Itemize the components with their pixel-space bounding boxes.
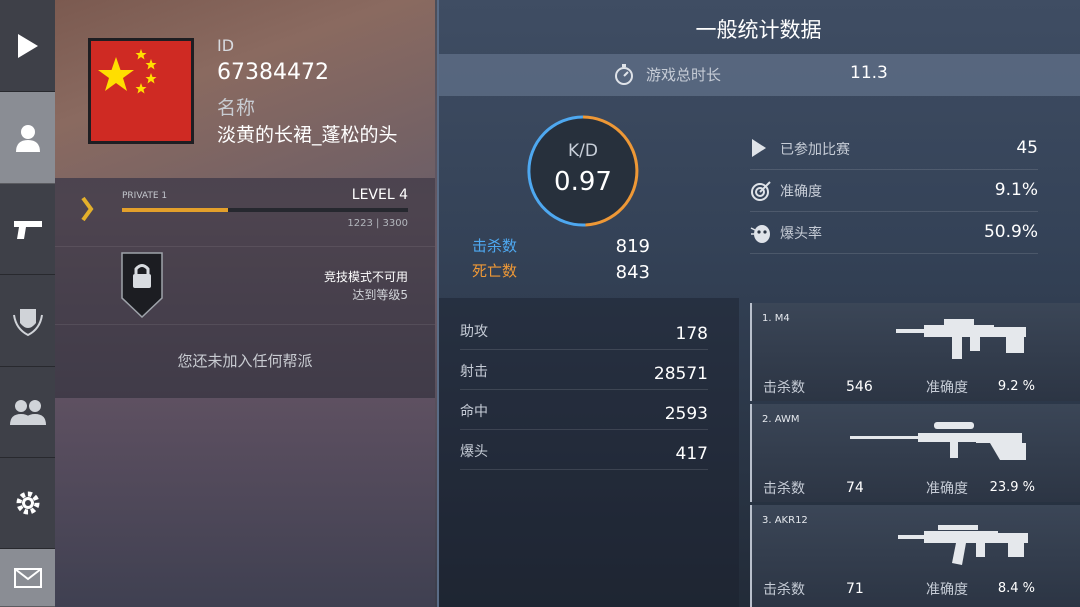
- playtime-value: 11.3: [850, 63, 888, 83]
- headshot-icon: [750, 225, 770, 243]
- weapon-kills-label: 击杀数: [763, 481, 805, 497]
- stat-value: 28571: [653, 364, 708, 384]
- stat-label: 已参加比赛: [780, 142, 850, 158]
- kd-value: 0.97: [554, 167, 612, 197]
- no-clan-text: 您还未加入任何帮派: [177, 352, 313, 370]
- rank-level: LEVEL 4: [351, 187, 408, 203]
- weapon-card-awm[interactable]: 2. AWM 击杀数 74 准确度 23.9 %: [750, 404, 1080, 502]
- nav-play-button[interactable]: [0, 0, 55, 92]
- competitive-unavailable-text: 竞技模式不可用: [323, 270, 408, 284]
- weapon-card-m4[interactable]: 1. M4 击杀数 546 准确度 9.2 %: [750, 303, 1080, 401]
- stopwatch-icon: [615, 64, 633, 85]
- weapon-kills-label: 击杀数: [763, 582, 805, 598]
- rank-chevron-icon: [81, 196, 94, 222]
- nav-clan-button[interactable]: [0, 275, 55, 367]
- stat-value: 2593: [664, 404, 708, 424]
- weapon-card-akr12[interactable]: 3. AKR12 击杀数 71 准确度 8.4 %: [750, 505, 1080, 607]
- shots-row: 射击 28571: [460, 350, 708, 390]
- weapon-kills-value: 71: [846, 581, 864, 597]
- playtime-bar: [439, 54, 1080, 96]
- player-id-value: 67384472: [217, 60, 329, 85]
- country-flag: [88, 38, 194, 144]
- side-nav: [0, 0, 55, 607]
- nav-settings-button[interactable]: [0, 458, 55, 549]
- xp-progress-text: 1223 | 3300: [347, 218, 408, 229]
- target-icon: [751, 181, 771, 201]
- nav-friends-button[interactable]: [0, 367, 55, 458]
- headshots-row: 爆头 417: [460, 430, 708, 470]
- play-icon: [752, 139, 766, 157]
- stat-label: 爆头: [460, 444, 488, 460]
- nav-weapons-button[interactable]: [0, 184, 55, 275]
- matches-played-row: 已参加比赛 45: [750, 128, 1038, 170]
- lock-badge-icon: [121, 252, 163, 318]
- nav-profile-button[interactable]: [0, 92, 55, 184]
- stat-label: 助攻: [460, 324, 488, 340]
- m4-rifle-icon: [896, 319, 1026, 359]
- mail-icon: [13, 567, 42, 588]
- weapon-name: 1. M4: [762, 313, 790, 324]
- rank-name: PRIVATE 1: [122, 191, 168, 201]
- assists-row: 助攻 178: [460, 310, 708, 350]
- stat-value: 9.1%: [994, 180, 1038, 200]
- stat-value: 417: [675, 444, 708, 464]
- stat-label: 爆头率: [780, 226, 822, 242]
- profile-icon: [15, 124, 40, 152]
- friends-icon: [9, 400, 46, 425]
- xp-progress-fill: [122, 208, 229, 212]
- competitive-section: [55, 246, 435, 324]
- china-flag-icon: [91, 41, 191, 141]
- weapon-name: 3. AKR12: [762, 515, 808, 526]
- weapon-accuracy-value: 9.2 %: [997, 379, 1035, 394]
- headshot-rate-row: 爆头率 50.9%: [750, 212, 1038, 254]
- weapon-accuracy-label: 准确度: [926, 481, 968, 497]
- player-id-label: ID: [217, 36, 235, 55]
- weapon-accuracy-label: 准确度: [926, 380, 968, 396]
- accuracy-row: 准确度 9.1%: [750, 170, 1038, 212]
- akr12-rifle-icon: [898, 525, 1028, 565]
- stat-value: 50.9%: [983, 222, 1038, 242]
- deaths-label: 死亡数: [472, 262, 518, 280]
- stat-value: 45: [1016, 138, 1038, 158]
- weapon-kills-value: 546: [846, 379, 873, 395]
- kills-value: 819: [615, 236, 650, 257]
- deaths-value: 843: [615, 262, 650, 283]
- nav-mail-button[interactable]: [0, 549, 55, 607]
- player-name-value: 淡黄的长裙_蓬松的头: [217, 124, 398, 146]
- stat-label: 命中: [460, 404, 488, 420]
- xp-progress-bar: [122, 208, 408, 212]
- player-name-label: 名称: [217, 97, 256, 119]
- stat-value: 178: [675, 324, 708, 344]
- competitive-requirement-text: 达到等级5: [352, 288, 408, 302]
- weapon-name: 2. AWM: [762, 414, 800, 425]
- weapon-kills-value: 74: [846, 480, 864, 496]
- clan-emblem-icon: [12, 308, 43, 336]
- weapon-accuracy-value: 23.9 %: [989, 480, 1035, 495]
- pistol-icon: [13, 221, 42, 239]
- gear-icon: [16, 491, 39, 515]
- weapon-kills-label: 击杀数: [763, 380, 805, 396]
- playtime-label: 游戏总时长: [646, 66, 722, 84]
- hits-row: 命中 2593: [460, 390, 708, 430]
- stat-label: 射击: [460, 364, 488, 380]
- play-icon: [17, 33, 38, 58]
- stat-label: 准确度: [780, 184, 822, 200]
- kills-label: 击杀数: [472, 237, 518, 255]
- weapon-accuracy-value: 8.4 %: [997, 581, 1035, 596]
- awm-rifle-icon: [850, 422, 1026, 460]
- weapon-accuracy-label: 准确度: [926, 582, 968, 598]
- kd-label: K/D: [568, 141, 598, 161]
- stats-title: 一般统计数据: [695, 18, 822, 42]
